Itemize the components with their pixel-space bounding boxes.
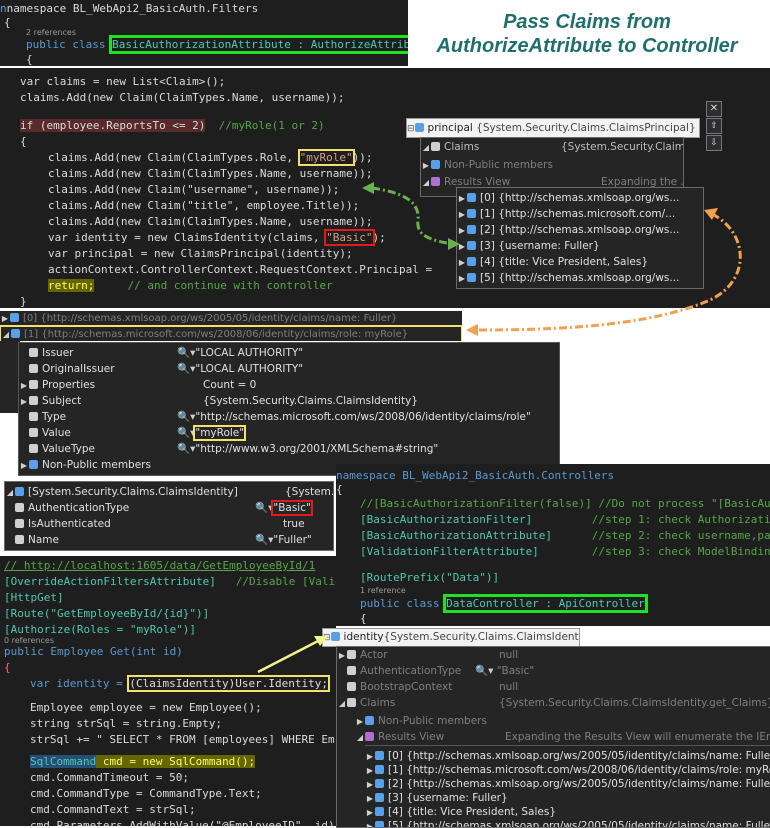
orange-dashed-arrow xyxy=(477,212,742,332)
green-arrowhead-start xyxy=(362,182,374,194)
green-arrowhead-end xyxy=(448,238,460,250)
orange-arrowhead-start xyxy=(704,208,718,220)
arrows-overlay xyxy=(257,182,742,674)
yellow-arrow xyxy=(257,638,321,674)
orange-arrowhead-end xyxy=(466,324,478,336)
green-dashed-arrow xyxy=(371,186,453,246)
